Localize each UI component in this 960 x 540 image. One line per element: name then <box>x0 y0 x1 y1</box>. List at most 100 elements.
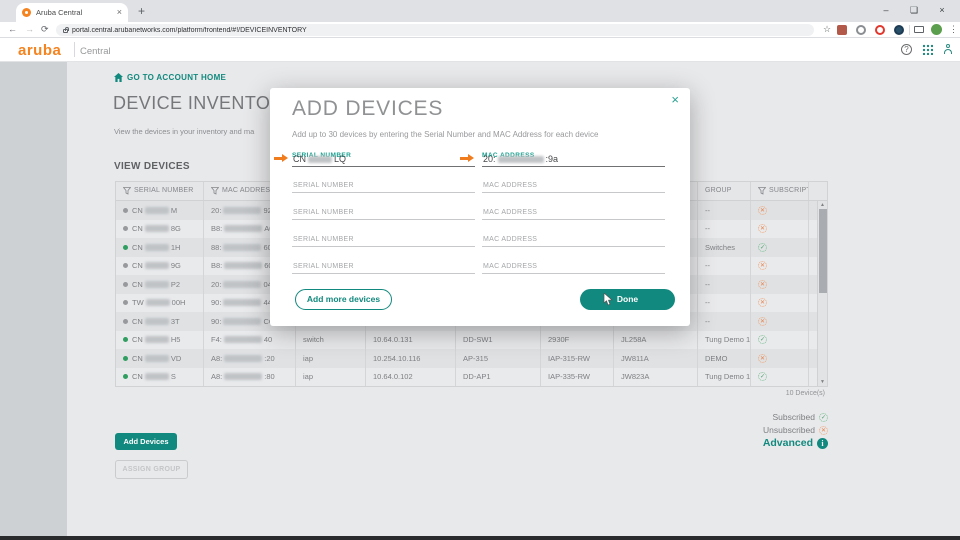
cell-serial: TW00H <box>116 294 204 313</box>
address-bar[interactable]: portal.central.arubanetworks.com/platfor… <box>56 24 814 36</box>
table-row[interactable]: CNVD A8::20 iap 10.254.10.116 AP-315 IAP… <box>116 349 827 368</box>
table-scrollbar[interactable]: ▲ ▼ <box>817 201 827 386</box>
page-title: DEVICE INVENTORY <box>113 93 296 114</box>
modal-close-icon[interactable]: × <box>671 93 679 106</box>
cell-serial: CNP2 <box>116 275 204 294</box>
cell-ip: 10.254.10.116 <box>366 349 456 368</box>
cell-group: DEMO <box>698 349 751 368</box>
modal-subtitle: Add up to 30 devices by entering the Ser… <box>292 130 598 139</box>
reload-icon[interactable]: ⟳ <box>41 24 49 35</box>
add-devices-button[interactable]: Add Devices <box>115 433 177 450</box>
window-maximize-button[interactable]: ❏ <box>900 0 928 22</box>
mouse-cursor-icon <box>603 293 614 306</box>
cell-group: -- <box>698 294 751 313</box>
mac-address-input-1[interactable]: 20::9a <box>482 152 665 167</box>
cell-spacer <box>809 201 817 220</box>
mac-address-input-2[interactable]: MAC ADDRESS <box>482 178 665 193</box>
new-tab-button[interactable]: + <box>138 4 145 18</box>
serial-number-input-2[interactable]: SERIAL NUMBER <box>292 178 475 193</box>
table-row[interactable]: CNH5 F4:40 switch 10.64.0.131 DD-SW1 293… <box>116 331 827 350</box>
subscription-icon: ✕ <box>758 224 767 233</box>
tab-close-icon[interactable]: × <box>117 8 122 17</box>
url-text: portal.central.arubanetworks.com/platfor… <box>72 27 307 34</box>
profile-avatar[interactable] <box>931 24 942 35</box>
redacted-serial <box>145 244 169 251</box>
cell-serial: CNH5 <box>116 331 204 350</box>
go-to-account-home-link[interactable]: GO TO ACCOUNT HOME <box>114 73 226 82</box>
window-minimize-button[interactable]: – <box>872 0 900 22</box>
redacted-serial <box>145 207 169 214</box>
subscription-icon: ✕ <box>758 317 767 326</box>
user-icon[interactable] <box>943 44 954 55</box>
redacted-serial <box>146 299 170 306</box>
scroll-up-icon[interactable]: ▲ <box>818 202 827 208</box>
cell-name: DD-SW1 <box>456 331 541 350</box>
cell-subscription: ✕ <box>751 275 809 294</box>
cell-subscription: ✓ <box>751 238 809 257</box>
redacted-mac <box>223 318 261 325</box>
help-icon[interactable]: ? <box>901 44 912 55</box>
serial-number-input-3[interactable]: SERIAL NUMBER <box>292 205 475 220</box>
page-subtitle: View the devices in your inventory and m… <box>114 127 254 136</box>
view-devices-heading: VIEW DEVICES <box>114 161 190 172</box>
extension-icon[interactable] <box>875 25 885 35</box>
back-icon[interactable]: ← <box>8 24 17 35</box>
redacted-serial <box>145 318 169 325</box>
header-subscription[interactable]: SUBSCRIPTI ≡ <box>751 182 809 200</box>
extension-icon[interactable] <box>894 25 904 35</box>
filter-icon <box>211 187 219 195</box>
subscription-icon: ✕ <box>758 206 767 215</box>
lock-icon <box>63 29 68 33</box>
window-close-button[interactable]: × <box>928 0 956 22</box>
filter-icon <box>123 187 131 195</box>
mac-address-input-3[interactable]: MAC ADDRESS <box>482 205 665 220</box>
header-group[interactable]: GROUP <box>698 182 751 200</box>
browser-menu-icon[interactable]: ⋮ <box>949 24 958 35</box>
cell-subscription: ✕ <box>751 312 809 331</box>
forward-icon[interactable]: → <box>25 24 34 35</box>
logo-divider <box>74 42 75 57</box>
serial-number-input-5[interactable]: SERIAL NUMBER <box>292 259 475 274</box>
scrollbar-thumb[interactable] <box>819 209 827 293</box>
apps-grid-icon[interactable] <box>922 44 933 55</box>
mac-address-input-5[interactable]: MAC ADDRESS <box>482 259 665 274</box>
serial-number-input-1[interactable]: CNLQ <box>292 152 475 167</box>
cast-icon[interactable] <box>914 26 924 33</box>
cell-subscription: ✕ <box>751 349 809 368</box>
cell-spacer <box>809 331 817 350</box>
table-row[interactable]: CNS A8::80 iap 10.64.0.102 DD-AP1 IAP-33… <box>116 368 827 387</box>
cell-spacer <box>809 275 817 294</box>
redacted-serial <box>145 373 169 380</box>
redacted-mac <box>224 355 262 362</box>
add-more-devices-button[interactable]: Add more devices <box>295 289 392 310</box>
status-dot-icon <box>123 356 128 361</box>
cell-group: Tung Demo 1 <box>698 331 751 350</box>
cell-mac: A8::20 <box>204 349 296 368</box>
cell-subscription: ✓ <box>751 331 809 350</box>
info-icon[interactable]: i <box>817 438 828 449</box>
device-count: 10 Device(s) <box>115 390 825 397</box>
cell-subscription: ✕ <box>751 220 809 239</box>
home-link-label: GO TO ACCOUNT HOME <box>127 73 226 82</box>
browser-tab[interactable]: Aruba Central × <box>16 3 128 22</box>
pdf-extension-icon[interactable] <box>837 25 847 35</box>
cell-group: Switches <box>698 238 751 257</box>
subscription-icon: ✓ <box>758 372 767 381</box>
cell-type: iap <box>296 349 366 368</box>
mac-address-input-4[interactable]: MAC ADDRESS <box>482 232 665 247</box>
done-button[interactable]: Done <box>580 289 675 310</box>
cell-sku: JW823A <box>614 368 698 387</box>
advanced-label[interactable]: Advanced <box>763 437 813 449</box>
cell-type: iap <box>296 368 366 387</box>
cell-spacer <box>809 312 817 331</box>
bookmark-star-icon[interactable]: ☆ <box>823 24 831 35</box>
subscription-icon: ✓ <box>758 243 767 252</box>
cell-sku: JW811A <box>614 349 698 368</box>
redacted-mac <box>224 336 262 343</box>
window-controls: – ❏ × <box>872 0 956 22</box>
header-serial-number[interactable]: SERIAL NUMBER <box>116 182 204 200</box>
extension-icon[interactable] <box>856 25 866 35</box>
cell-serial: CNM <box>116 201 204 220</box>
serial-number-input-4[interactable]: SERIAL NUMBER <box>292 232 475 247</box>
scroll-down-icon[interactable]: ▼ <box>818 379 827 385</box>
